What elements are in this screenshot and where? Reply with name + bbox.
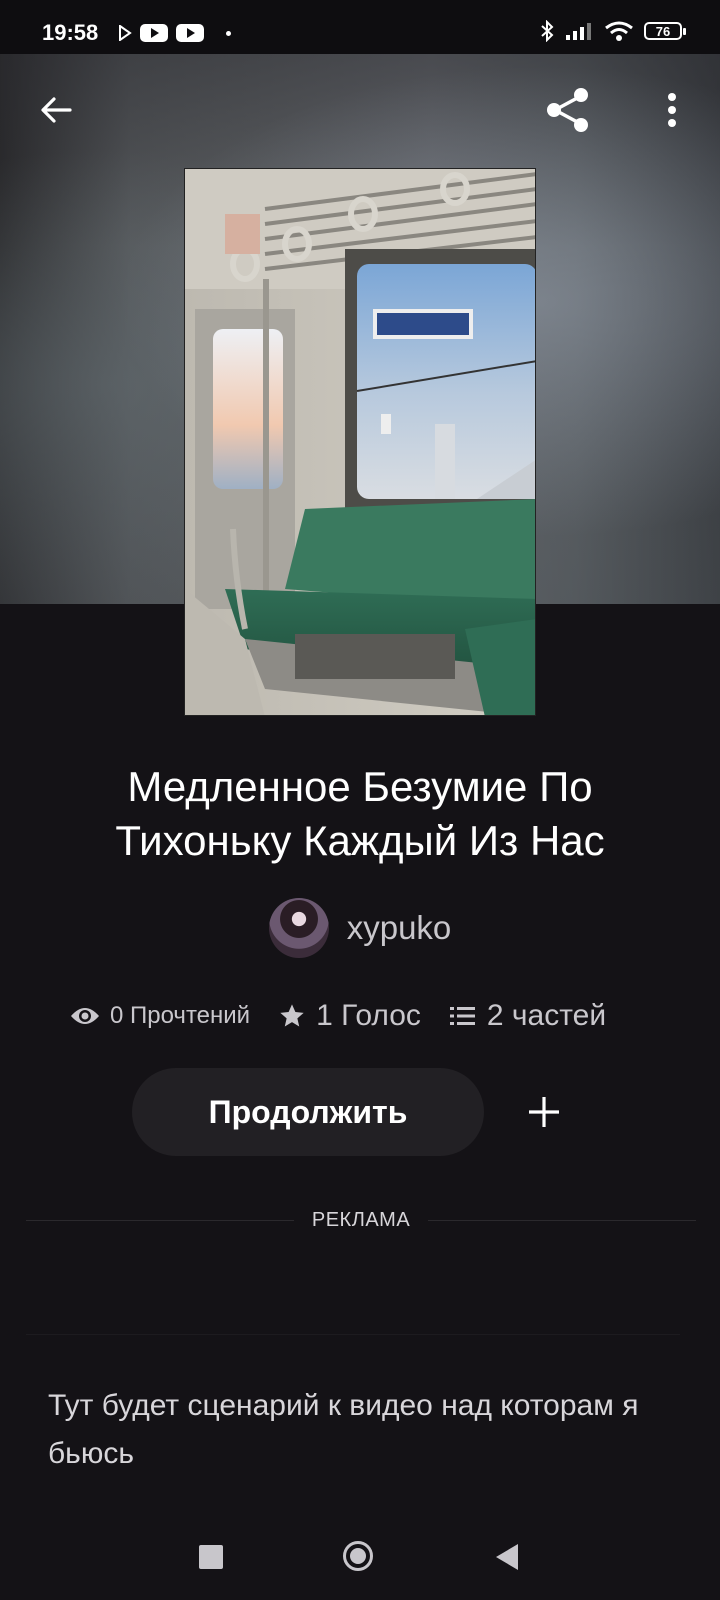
status-bar: 19:58 76: [0, 0, 720, 54]
youtube-icon: [140, 24, 168, 42]
plus-icon: [529, 1097, 559, 1127]
list-icon: [449, 1007, 475, 1025]
author-name[interactable]: xypuko: [347, 909, 452, 947]
story-description: Тут будет сценарий к видео над которам я…: [48, 1389, 639, 1470]
story-title: Медленное Безумие По Тихоньку Каждый Из …: [115, 763, 605, 864]
system-nav-bar: [0, 1530, 720, 1600]
home-icon[interactable]: [343, 1541, 373, 1571]
wifi-icon: [605, 21, 633, 41]
avatar[interactable]: [268, 898, 329, 958]
ad-label: РЕКЛАМА: [311, 1208, 411, 1231]
parts-count: 2 частей: [486, 999, 607, 1032]
more-vertical-icon: [668, 93, 676, 127]
share-icon: [547, 88, 588, 132]
continue-reading-button[interactable]: Продолжить: [132, 1068, 484, 1156]
ad-slot-divider: [26, 1334, 680, 1335]
reads-count: 0 Прочтений: [110, 1002, 251, 1029]
status-time: 19:58: [42, 20, 99, 45]
author-row[interactable]: xypuko: [0, 898, 720, 958]
signal-icon: [566, 23, 591, 40]
eye-icon: [71, 1008, 99, 1024]
back-button[interactable]: [28, 82, 84, 138]
add-to-library-button[interactable]: [508, 1074, 580, 1150]
system-icons: 76: [540, 20, 686, 42]
dot-icon: [226, 30, 231, 36]
ad-divider: РЕКЛАМА: [26, 1208, 697, 1232]
play-store-icon: [119, 25, 132, 41]
battery-icon: 76: [644, 22, 686, 40]
story-cover-image: [184, 168, 536, 716]
share-button[interactable]: [540, 82, 596, 138]
bluetooth-icon: [541, 20, 554, 42]
recent-apps-icon[interactable]: [199, 1545, 223, 1569]
reads-stat: 0 Прочтений: [70, 1002, 250, 1030]
story-stats: 0 Прочтений 1 Голос 2 частей: [70, 996, 606, 1036]
star-icon: [280, 1004, 304, 1027]
votes-count: 1 Голос: [316, 999, 421, 1032]
parts-stat: 2 частей: [449, 999, 606, 1033]
arrow-left-icon: [41, 97, 72, 123]
youtube-icon: [176, 24, 204, 42]
votes-stat: 1 Голос: [278, 999, 421, 1033]
more-options-button[interactable]: [644, 82, 700, 138]
notification-icons: [118, 23, 231, 43]
back-icon[interactable]: [496, 1544, 518, 1570]
